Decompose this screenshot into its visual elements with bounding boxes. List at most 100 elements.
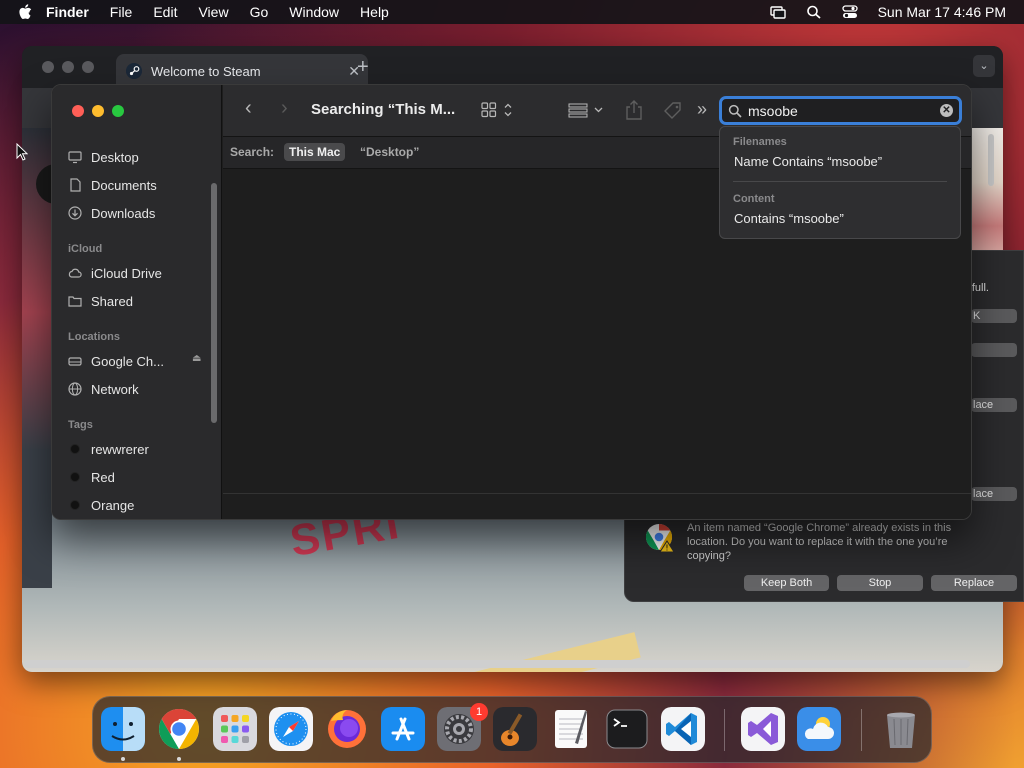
screen-mirroring-icon[interactable] xyxy=(769,5,786,19)
apple-menu-icon[interactable] xyxy=(18,4,32,20)
finder-zoom-button[interactable] xyxy=(112,105,124,117)
sidebar-item-network[interactable]: Network xyxy=(68,378,139,400)
dialog-fragment-text: full. xyxy=(971,282,989,294)
finder-sidebar: Desktop Documents Downloads iCloud iClou… xyxy=(52,85,222,519)
sidebar-item-tag-orange[interactable]: Orange xyxy=(68,494,134,516)
sidebar-header-locations: Locations xyxy=(68,331,120,343)
search-input[interactable]: msoobe xyxy=(748,103,798,119)
finder-search-field[interactable]: msoobe ✕ xyxy=(719,96,962,125)
stop-button[interactable]: Stop xyxy=(837,575,923,591)
sidebar-scrollbar[interactable] xyxy=(211,183,217,423)
finder-close-button[interactable] xyxy=(72,105,84,117)
window-title: Searching “This M... xyxy=(311,101,456,118)
finder-app-icon[interactable] xyxy=(101,707,145,751)
shared-folder-icon xyxy=(68,296,82,307)
menu-window[interactable]: Window xyxy=(289,4,339,20)
icon-view-icon[interactable] xyxy=(481,102,513,118)
keep-both-button[interactable]: Keep Both xyxy=(744,575,829,591)
replace-button[interactable]: Replace xyxy=(931,575,1017,591)
terminal-app-icon[interactable] xyxy=(605,707,649,751)
chrome-app-icon[interactable] xyxy=(157,707,201,751)
menu-file[interactable]: File xyxy=(110,4,133,20)
back-icon[interactable]: ‹ xyxy=(245,97,252,120)
textedit-app-icon[interactable] xyxy=(549,707,593,751)
visual-studio-app-icon[interactable] xyxy=(741,707,785,751)
dialog-fragment-button-ok[interactable]: K xyxy=(971,309,1017,323)
chrome-running-indicator xyxy=(177,757,181,761)
menu-help[interactable]: Help xyxy=(360,4,389,20)
globe-icon xyxy=(68,382,82,396)
dialog-fragment-button-replace-1[interactable]: lace xyxy=(971,398,1017,412)
download-icon xyxy=(68,206,82,220)
scope-desktop[interactable]: “Desktop” xyxy=(360,145,419,159)
document-icon xyxy=(70,178,81,192)
eject-icon[interactable]: ⏏ xyxy=(192,353,201,364)
settings-notification-badge: 1 xyxy=(470,703,488,721)
more-toolbar-icon[interactable]: » xyxy=(697,99,707,120)
vscode-app-icon[interactable] xyxy=(661,707,705,751)
weather-app-icon[interactable] xyxy=(797,707,841,751)
menu-clock[interactable]: Sun Mar 17 4:46 PM xyxy=(878,4,1006,20)
app-store-app-icon[interactable] xyxy=(381,707,425,751)
sidebar-item-label: Documents xyxy=(91,177,157,193)
suggestion-name-contains[interactable]: Name Contains “msoobe” xyxy=(734,154,882,169)
suggestion-content-contains[interactable]: Contains “msoobe” xyxy=(734,211,844,226)
clear-search-icon[interactable]: ✕ xyxy=(940,104,953,117)
cloud-icon xyxy=(68,268,82,278)
safari-app-icon[interactable] xyxy=(269,707,313,751)
sidebar-item-label: rewwrerer xyxy=(91,441,149,457)
sidebar-item-tag-red[interactable]: Red xyxy=(68,466,115,488)
chrome-close-button[interactable] xyxy=(42,61,54,73)
menu-view[interactable]: View xyxy=(198,4,228,20)
finder-minimize-button[interactable] xyxy=(92,105,104,117)
share-icon[interactable] xyxy=(625,100,643,120)
forward-icon[interactable]: › xyxy=(281,97,288,120)
search-scope-label: Search: xyxy=(230,145,275,159)
launchpad-app-icon[interactable] xyxy=(213,707,257,751)
garageband-app-icon[interactable] xyxy=(493,707,537,751)
finder-status-bar xyxy=(223,493,971,519)
tag-icon[interactable] xyxy=(663,101,683,121)
menu-app-name[interactable]: Finder xyxy=(46,4,89,20)
sidebar-item-documents[interactable]: Documents xyxy=(68,174,157,196)
chrome-tab-steam[interactable]: Welcome to Steam ✕ xyxy=(116,54,368,88)
sidebar-item-label: iCloud Drive xyxy=(91,265,162,281)
drive-icon xyxy=(68,357,82,366)
tag-dot-icon xyxy=(70,444,80,454)
sidebar-item-tag-rewwrerer[interactable]: rewwrerer xyxy=(68,438,149,460)
chrome-app-warning-icon: ! xyxy=(645,523,675,553)
group-by-icon[interactable] xyxy=(568,102,606,118)
chrome-minimize-button[interactable] xyxy=(62,61,74,73)
scope-this-mac[interactable]: This Mac xyxy=(284,143,346,161)
menu-go[interactable]: Go xyxy=(250,4,269,20)
new-tab-icon[interactable]: + xyxy=(357,56,369,79)
sidebar-item-desktop[interactable]: Desktop xyxy=(68,146,139,168)
menu-edit[interactable]: Edit xyxy=(153,4,177,20)
sidebar-item-downloads[interactable]: Downloads xyxy=(68,202,155,224)
sidebar-item-label: Shared xyxy=(91,293,133,309)
sidebar-item-google-chrome-volume[interactable]: Google Ch... ⏏ xyxy=(68,350,201,372)
sidebar-item-shared[interactable]: Shared xyxy=(68,290,133,312)
trash-icon[interactable] xyxy=(879,707,923,751)
firefox-app-icon[interactable] xyxy=(325,707,369,751)
dialog-message: An item named “Google Chrome” already ex… xyxy=(687,522,952,562)
horizontal-scrollbar[interactable] xyxy=(24,660,970,668)
control-center-icon[interactable] xyxy=(841,5,858,19)
sidebar-item-label: Network xyxy=(91,381,139,397)
sidebar-item-icloud-drive[interactable]: iCloud Drive xyxy=(68,262,162,284)
suggestion-header-content: Content xyxy=(733,193,775,205)
search-icon xyxy=(728,104,742,118)
sidebar-header-icloud: iCloud xyxy=(68,243,103,255)
spotlight-search-icon[interactable] xyxy=(806,5,822,19)
vertical-scrollbar[interactable] xyxy=(988,134,994,186)
sidebar-item-label: Desktop xyxy=(91,149,139,165)
svg-text:!: ! xyxy=(665,544,668,553)
chrome-tab-bar: Welcome to Steam ✕ + ⌄ xyxy=(22,46,1003,88)
menu-bar: Finder File Edit View Go Window Help Sun… xyxy=(0,0,1024,24)
chevron-down-icon[interactable]: ⌄ xyxy=(973,55,995,77)
tag-dot-icon xyxy=(70,472,80,482)
dialog-fragment-button-replace-2[interactable]: lace xyxy=(971,487,1017,501)
chrome-zoom-button[interactable] xyxy=(82,61,94,73)
suggestion-divider xyxy=(733,181,947,182)
steam-favicon-icon xyxy=(126,63,142,79)
